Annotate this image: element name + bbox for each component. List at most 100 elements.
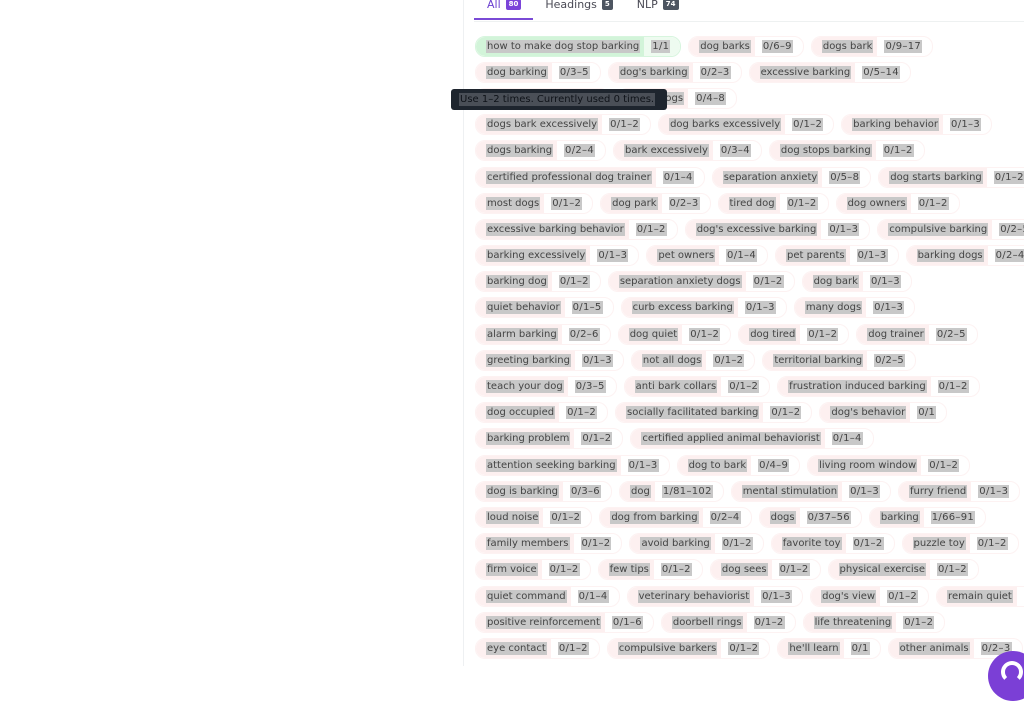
keyword-chip[interactable]: dogs0/37–56 xyxy=(759,507,862,528)
chat-button[interactable] xyxy=(988,651,1024,701)
keyword-chip[interactable]: dog trainer0/2–5 xyxy=(856,324,978,345)
keyword-chip[interactable]: not all dogs0/1–2 xyxy=(631,350,755,371)
keyword-chip[interactable]: alarm barking0/2–6 xyxy=(475,324,611,345)
keyword-chip[interactable]: excessive barking behavior0/1–2 xyxy=(475,219,678,240)
keyword-text: separation anxiety xyxy=(723,171,819,184)
keyword-chip[interactable]: dog1/81–102 xyxy=(619,481,724,502)
keyword-chip[interactable]: teach your dog0/3–5 xyxy=(475,376,617,397)
keyword-chip[interactable]: living room window0/1–2 xyxy=(807,455,970,476)
keyword-chip[interactable]: remain quiet0/1 xyxy=(936,586,1024,607)
keyword-chip[interactable]: dog is barking0/3–6 xyxy=(475,481,612,502)
keyword-chip[interactable]: quiet behavior0/1–5 xyxy=(475,297,614,318)
keyword-chip[interactable]: dog's barking0/2–3 xyxy=(608,62,742,83)
keyword-chip[interactable]: dog stops barking0/1–2 xyxy=(769,140,925,161)
keyword-chip[interactable]: dog tired0/1–2 xyxy=(738,324,849,345)
keyword-term: barking xyxy=(870,508,924,527)
keyword-chip[interactable]: bark excessively0/3–4 xyxy=(613,140,762,161)
keyword-chip[interactable]: compulsive barking0/2–5 xyxy=(877,219,1024,240)
tab-all[interactable]: All 80 xyxy=(474,0,533,11)
keyword-chip[interactable]: socially facilitated barking0/1–2 xyxy=(615,402,812,423)
keyword-chip[interactable]: barking behavior0/1–3 xyxy=(841,114,992,135)
usage-count-text: 0/1–2 xyxy=(558,642,589,655)
keyword-chip[interactable]: barking dogs0/2–4 xyxy=(906,245,1024,266)
keyword-chip[interactable]: attention seeking barking0/1–3 xyxy=(475,455,670,476)
usage-count-text: 0/1–2 xyxy=(551,197,582,210)
keyword-chip[interactable]: veterinary behaviorist0/1–3 xyxy=(627,586,803,607)
keyword-term: he'll learn xyxy=(778,639,843,658)
keyword-chip[interactable]: excessive barking0/5–14 xyxy=(749,62,911,83)
keyword-chip[interactable]: dog barks0/6–9 xyxy=(688,36,804,57)
keyword-chip[interactable]: dogs bark excessively0/1–2 xyxy=(475,114,651,135)
keyword-count: 0/6–9 xyxy=(755,37,803,56)
keyword-chip[interactable]: dog to bark0/4–9 xyxy=(677,455,801,476)
keyword-chip[interactable]: few tips0/1–2 xyxy=(598,559,703,580)
keyword-chip[interactable]: favorite toy0/1–2 xyxy=(771,533,895,554)
keyword-chip[interactable]: greeting barking0/1–3 xyxy=(475,350,624,371)
keyword-chip[interactable]: compulsive barkers0/1–2 xyxy=(607,638,771,659)
usage-count-text: 0/1–2 xyxy=(937,563,968,576)
keyword-chip[interactable]: barking excessively0/1–3 xyxy=(475,245,639,266)
keyword-chip[interactable]: loud noise0/1–2 xyxy=(475,507,592,528)
keyword-chip[interactable]: eye contact0/1–2 xyxy=(475,638,600,659)
keyword-chip[interactable]: dog's behavior0/1 xyxy=(819,402,947,423)
keyword-chip[interactable]: tired dog0/1–2 xyxy=(718,193,829,214)
usage-count-text: 0/1–3 xyxy=(828,223,859,236)
keyword-chip[interactable]: pet owners0/1–4 xyxy=(646,245,768,266)
keyword-chip[interactable]: he'll learn0/1 xyxy=(777,638,880,659)
keyword-chip[interactable]: physical exercise0/1–2 xyxy=(828,559,979,580)
keyword-chip[interactable]: puzzle toy0/1–2 xyxy=(902,533,1019,554)
keyword-term: barking behavior xyxy=(842,115,943,134)
keyword-chip[interactable]: family members0/1–2 xyxy=(475,533,622,554)
keyword-chip[interactable]: dog occupied0/1–2 xyxy=(475,402,608,423)
keyword-chip[interactable]: dog starts barking0/1–2 xyxy=(878,167,1024,188)
keyword-chip[interactable]: certified applied animal behaviorist0/1–… xyxy=(630,428,873,449)
usage-count-text: 0/1–3 xyxy=(597,249,628,262)
tab-nlp[interactable]: NLP 74 xyxy=(625,0,691,11)
keyword-chip[interactable]: barking dog0/1–2 xyxy=(475,271,601,292)
keyword-chip[interactable]: barking1/66–91 xyxy=(869,507,986,528)
keyword-term: socially facilitated barking xyxy=(616,403,763,422)
keyword-chip[interactable]: mental stimulation0/1–3 xyxy=(731,481,891,502)
keyword-chip[interactable]: curb excess barking0/1–3 xyxy=(621,297,787,318)
keyword-chip[interactable]: dogs bark0/9–17 xyxy=(811,36,933,57)
keyword-chip[interactable]: separation anxiety dogs0/1–2 xyxy=(608,271,795,292)
keyword-chip[interactable]: anti bark collars0/1–2 xyxy=(624,376,771,397)
keyword-chip[interactable]: dogs barking0/2–4 xyxy=(475,140,606,161)
keyword-chip[interactable]: quiet command0/1–4 xyxy=(475,586,620,607)
usage-count-text: 0/1–4 xyxy=(726,249,757,262)
keyword-chip[interactable]: dog barks excessively0/1–2 xyxy=(658,114,834,135)
keyword-term: dogs bark excessively xyxy=(476,115,602,134)
keyword-chip[interactable]: dog from barking0/2–4 xyxy=(599,507,751,528)
keyword-chip[interactable]: doorbell rings0/1–2 xyxy=(661,612,796,633)
keyword-chip[interactable]: dog owners0/1–2 xyxy=(836,193,960,214)
keyword-chip[interactable]: dog's excessive barking0/1–3 xyxy=(685,219,871,240)
keyword-chip[interactable]: many dogs0/1–3 xyxy=(794,297,915,318)
keyword-count: 0/1–3 xyxy=(754,587,802,606)
keyword-chip[interactable]: avoid barking0/1–2 xyxy=(629,533,763,554)
keyword-chip[interactable]: dog barking0/3–5 xyxy=(475,62,601,83)
keyword-chip[interactable]: barking problem0/1–2 xyxy=(475,428,623,449)
keyword-chip[interactable]: certified professional dog trainer0/1–4 xyxy=(475,167,705,188)
keyword-chip[interactable]: separation anxiety0/5–8 xyxy=(712,167,872,188)
tab-label: Headings xyxy=(545,0,597,11)
keyword-term: barking dogs xyxy=(907,246,988,265)
keyword-chip[interactable]: dog sees0/1–2 xyxy=(710,559,821,580)
keyword-chip[interactable]: frustration induced barking0/1–2 xyxy=(777,376,979,397)
keyword-chip[interactable]: dog bark0/1–3 xyxy=(802,271,912,292)
keyword-chip[interactable]: dog quiet0/1–2 xyxy=(618,324,732,345)
keyword-chip[interactable]: life threatening0/1–2 xyxy=(803,612,946,633)
keyword-chip[interactable]: most dogs0/1–2 xyxy=(475,193,593,214)
keyword-row: alarm barking0/2–6 dog quiet0/1–2 dog tire… xyxy=(475,321,1024,347)
keyword-chip[interactable]: territorial barking0/2–5 xyxy=(762,350,916,371)
tab-headings[interactable]: Headings 5 xyxy=(533,0,624,11)
keyword-chip[interactable]: how to make dog stop barking1/1 xyxy=(475,36,681,57)
keyword-chip[interactable]: dog's view0/1–2 xyxy=(810,586,929,607)
keyword-chip[interactable]: firm voice0/1–2 xyxy=(475,559,591,580)
usage-count-text: 0/1–4 xyxy=(663,171,694,184)
keyword-chip[interactable]: positive reinforcement0/1–6 xyxy=(475,612,654,633)
keyword-row: attention seeking barking0/1–3 dog to bar… xyxy=(475,452,1024,478)
keyword-chip[interactable]: furry friend0/1–3 xyxy=(898,481,1020,502)
keyword-chip[interactable]: dog park0/2–3 xyxy=(600,193,710,214)
usage-count-text: 0/2–3 xyxy=(669,197,700,210)
keyword-chip[interactable]: pet parents0/1–3 xyxy=(775,245,899,266)
